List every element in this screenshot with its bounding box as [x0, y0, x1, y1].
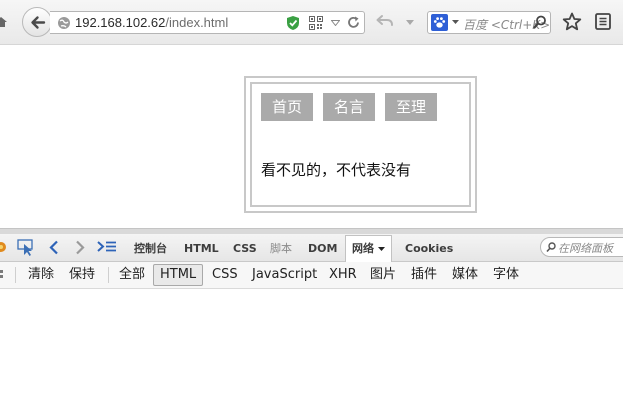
filter-javascript[interactable]: JavaScript [252, 262, 317, 288]
devtools-tab-console[interactable]: 控制台 [134, 234, 167, 261]
clear-button[interactable]: 清除 [28, 262, 54, 288]
history-dropdown-icon[interactable] [406, 20, 414, 25]
filter-separator [15, 267, 16, 283]
bookmark-star-icon[interactable] [562, 12, 582, 31]
search-icon[interactable] [533, 15, 547, 29]
devtools-tab-net[interactable]: 网络 [345, 235, 392, 262]
filter-all[interactable]: 全部 [119, 262, 145, 288]
globe-icon [58, 17, 70, 29]
nav-tab-maxims[interactable]: 至理 [385, 93, 437, 121]
filter-media[interactable]: 媒体 [452, 262, 478, 288]
persist-button[interactable]: 保持 [69, 262, 95, 288]
devtools-tab-cookies[interactable]: Cookies [405, 234, 453, 261]
filter-xhr[interactable]: XHR [329, 262, 357, 288]
url-dropdown-icon[interactable] [331, 20, 340, 26]
page-viewport: 首页 名言 至理 看不见的，不代表没有 [0, 45, 623, 228]
reload-icon[interactable] [346, 15, 361, 30]
undo-icon[interactable] [376, 14, 394, 28]
next-arrow-icon[interactable] [75, 240, 85, 255]
firebug-icon[interactable] [0, 241, 7, 253]
filter-html[interactable]: HTML [153, 264, 204, 286]
url-host: 192.168.102.62 [75, 15, 166, 30]
engine-dropdown-icon[interactable] [452, 20, 459, 24]
back-arrow-icon [31, 16, 46, 29]
inspect-element-icon[interactable] [17, 239, 37, 257]
url-text: 192.168.102.62/index.html [75, 15, 228, 30]
browser-toolbar: 192.168.102.62/index.html 百度 <Ctrl+K> [0, 0, 623, 45]
baidu-paw-icon[interactable] [431, 14, 448, 31]
prev-arrow-icon[interactable] [49, 240, 59, 255]
net-request-list [0, 289, 623, 410]
command-line-icon[interactable] [97, 241, 117, 254]
devtools-search-box[interactable]: 在网络面板 [540, 237, 623, 257]
web-search-box[interactable]: 百度 <Ctrl+K> [427, 11, 551, 34]
filter-separator [108, 267, 109, 283]
url-bar[interactable]: 192.168.102.62/index.html [50, 11, 365, 34]
chevron-down-icon [378, 247, 385, 251]
devtools-tab-bar: 控制台 HTML CSS 脚本 DOM 网络 Cookies 在网络面板 [0, 234, 623, 262]
filter-images[interactable]: 图片 [370, 262, 396, 288]
nav-tab-quotes[interactable]: 名言 [323, 93, 375, 121]
net-options-icon[interactable] [0, 270, 4, 280]
devtools-tab-dom[interactable]: DOM [308, 234, 337, 261]
shield-icon[interactable] [286, 15, 300, 31]
devtools-tab-net-label: 网络 [352, 242, 374, 255]
home-icon[interactable] [0, 15, 8, 29]
back-button[interactable] [22, 7, 52, 37]
url-path: /index.html [165, 15, 229, 30]
devtools-tab-script[interactable]: 脚本 [270, 234, 292, 261]
filter-plugins[interactable]: 插件 [411, 262, 437, 288]
net-filter-bar: 清除 保持 全部 HTML CSS JavaScript XHR 图片 插件 媒… [0, 262, 623, 289]
filter-fonts[interactable]: 字体 [493, 262, 519, 288]
devtools-tab-css[interactable]: CSS [233, 234, 257, 261]
devtools-tab-html[interactable]: HTML [184, 234, 219, 261]
filter-css[interactable]: CSS [212, 262, 238, 288]
content-text: 看不见的，不代表没有 [261, 161, 412, 179]
paw-glyph [433, 17, 446, 28]
qr-code-icon[interactable] [309, 16, 323, 30]
nav-tab-home[interactable]: 首页 [261, 93, 313, 121]
devtools-search-placeholder: 在网络面板 [558, 242, 613, 255]
search-icon [546, 242, 556, 253]
reading-list-icon[interactable] [595, 13, 611, 30]
